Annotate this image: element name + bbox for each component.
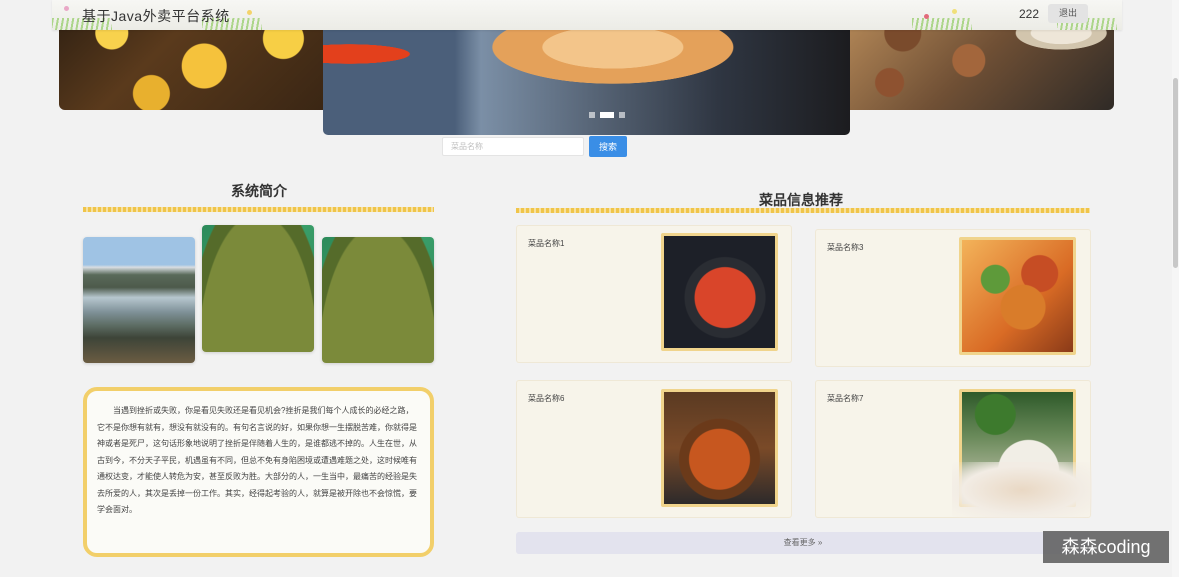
grass-image [202,225,314,352]
flower-decoration [924,14,929,19]
scrollbar-thumb[interactable] [1173,78,1178,268]
carousel-indicators [589,112,625,118]
search-button[interactable]: 搜索 [589,136,627,157]
carousel-dot-1[interactable] [589,112,595,118]
dish-name: 菜品名称6 [528,394,565,403]
dish-image[interactable] [661,389,778,507]
watermark-label: 森森coding [1043,531,1169,563]
intro-text: 当遇到挫折或失败，你是看见失败还是看见机会?挫折是我们每个人成长的必经之路，它不… [97,406,417,514]
dish-name: 菜品名称7 [827,394,864,403]
carousel-dot-2[interactable] [600,112,614,118]
top-header: 基于Java外卖平台系统 222 退出 [52,0,1122,30]
recommend-divider [516,208,1090,213]
dish-card[interactable]: 菜品名称1 [516,225,792,363]
intro-title: 系统简介 [231,183,287,199]
grass-decoration [912,18,972,30]
intro-text-box: 当遇到挫折或失败，你是看见失败还是看见机会?挫折是我们每个人成长的必经之路，它不… [83,387,434,557]
intro-divider [83,207,434,212]
dish-image[interactable] [959,237,1076,355]
flower-decoration [952,9,957,14]
recommend-title: 菜品信息推荐 [759,192,843,208]
flower-decoration [247,10,252,15]
username: 222 [1019,7,1040,21]
view-more-button[interactable]: 查看更多 » [516,532,1090,554]
grass-image [322,237,434,363]
app-title: 基于Java外卖平台系统 [82,8,230,24]
dish-name: 菜品名称1 [528,239,565,248]
logout-button[interactable]: 退出 [1048,4,1088,23]
carousel-dot-3[interactable] [619,112,625,118]
dish-image[interactable] [661,233,778,351]
blur-overlay [952,462,1092,518]
dish-card[interactable]: 菜品名称6 [516,380,792,518]
dish-card[interactable]: 菜品名称3 [815,229,1091,367]
flower-decoration [64,6,69,11]
dish-name: 菜品名称3 [827,243,864,252]
beach-image [83,237,195,363]
search-input[interactable] [442,137,584,156]
